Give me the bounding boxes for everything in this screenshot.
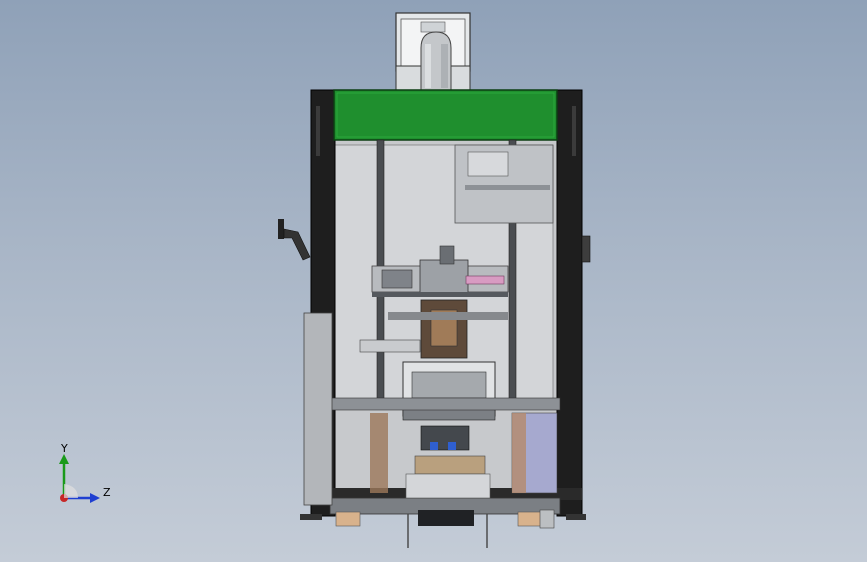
left-bracket — [278, 219, 311, 261]
coordinate-triad: Y Z — [48, 440, 128, 510]
cad-viewport[interactable]: Y Z — [0, 0, 867, 562]
machine-model[interactable] — [0, 0, 867, 562]
upper-module — [454, 144, 554, 224]
y-axis-label: Y — [61, 442, 68, 455]
axis-arrows-icon — [59, 454, 100, 503]
z-axis-label: Z — [103, 486, 111, 499]
top-panel — [333, 89, 558, 141]
right-handle — [581, 235, 591, 263]
exhaust-pipe — [420, 31, 452, 91]
